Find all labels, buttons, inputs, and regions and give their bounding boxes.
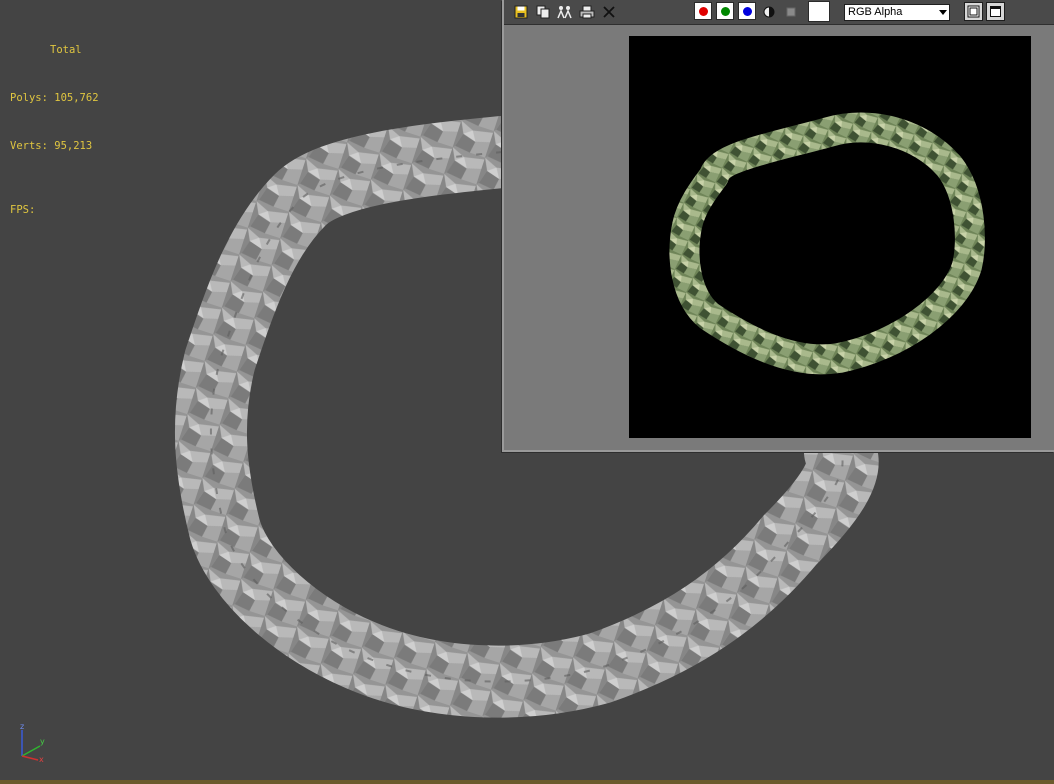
green-channel-toggle[interactable] [716, 2, 734, 20]
rendered-frame-window[interactable]: RGB Alpha [502, 0, 1054, 452]
channel-display-dropdown[interactable]: RGB Alpha [844, 4, 950, 21]
toggle-ui-overlay-button[interactable] [964, 2, 983, 21]
viewport-bottom-border [0, 780, 1054, 784]
axis-tripod-icon: z y x [20, 722, 45, 764]
axis-z-label: z [20, 722, 24, 731]
stats-title: Total [50, 44, 82, 56]
axis-x-label: x [39, 755, 44, 764]
verts-label: Verts: [10, 140, 48, 152]
axis-y-label: y [40, 737, 45, 746]
toggle-ui-button[interactable] [986, 2, 1005, 21]
viewport-statistics: Total Polys: 105,762 Verts: 95,213 FPS: [10, 10, 99, 250]
copy-icon[interactable] [534, 3, 552, 21]
monochrome-icon[interactable] [760, 3, 778, 21]
green-dot-icon [720, 6, 730, 16]
red-dot-icon [698, 6, 708, 16]
verts-row: Verts: 95,213 [10, 138, 99, 154]
blue-dot-icon [742, 6, 752, 16]
background-color-swatch[interactable] [808, 1, 830, 22]
print-icon[interactable] [578, 3, 596, 21]
blue-channel-toggle[interactable] [738, 2, 756, 20]
rendered-image-canvas [629, 36, 1031, 438]
rendered-rock-ring-image [669, 112, 985, 375]
fps-label: FPS: [10, 204, 36, 216]
render-toolbar: RGB Alpha [504, 0, 1054, 25]
floppy-disk-icon[interactable] [512, 3, 530, 21]
clear-x-icon[interactable] [600, 3, 618, 21]
polys-label: Polys: [10, 92, 48, 104]
channel-display-value: RGB Alpha [848, 6, 903, 18]
clone-window-icon[interactable] [556, 3, 574, 21]
polys-row: Polys: 105,762 [10, 90, 99, 106]
polys-value: 105,762 [54, 92, 99, 104]
red-channel-toggle[interactable] [694, 2, 712, 20]
verts-value: 95,213 [54, 140, 93, 152]
alpha-channel-icon[interactable] [782, 3, 800, 21]
chevron-down-icon [939, 10, 947, 15]
